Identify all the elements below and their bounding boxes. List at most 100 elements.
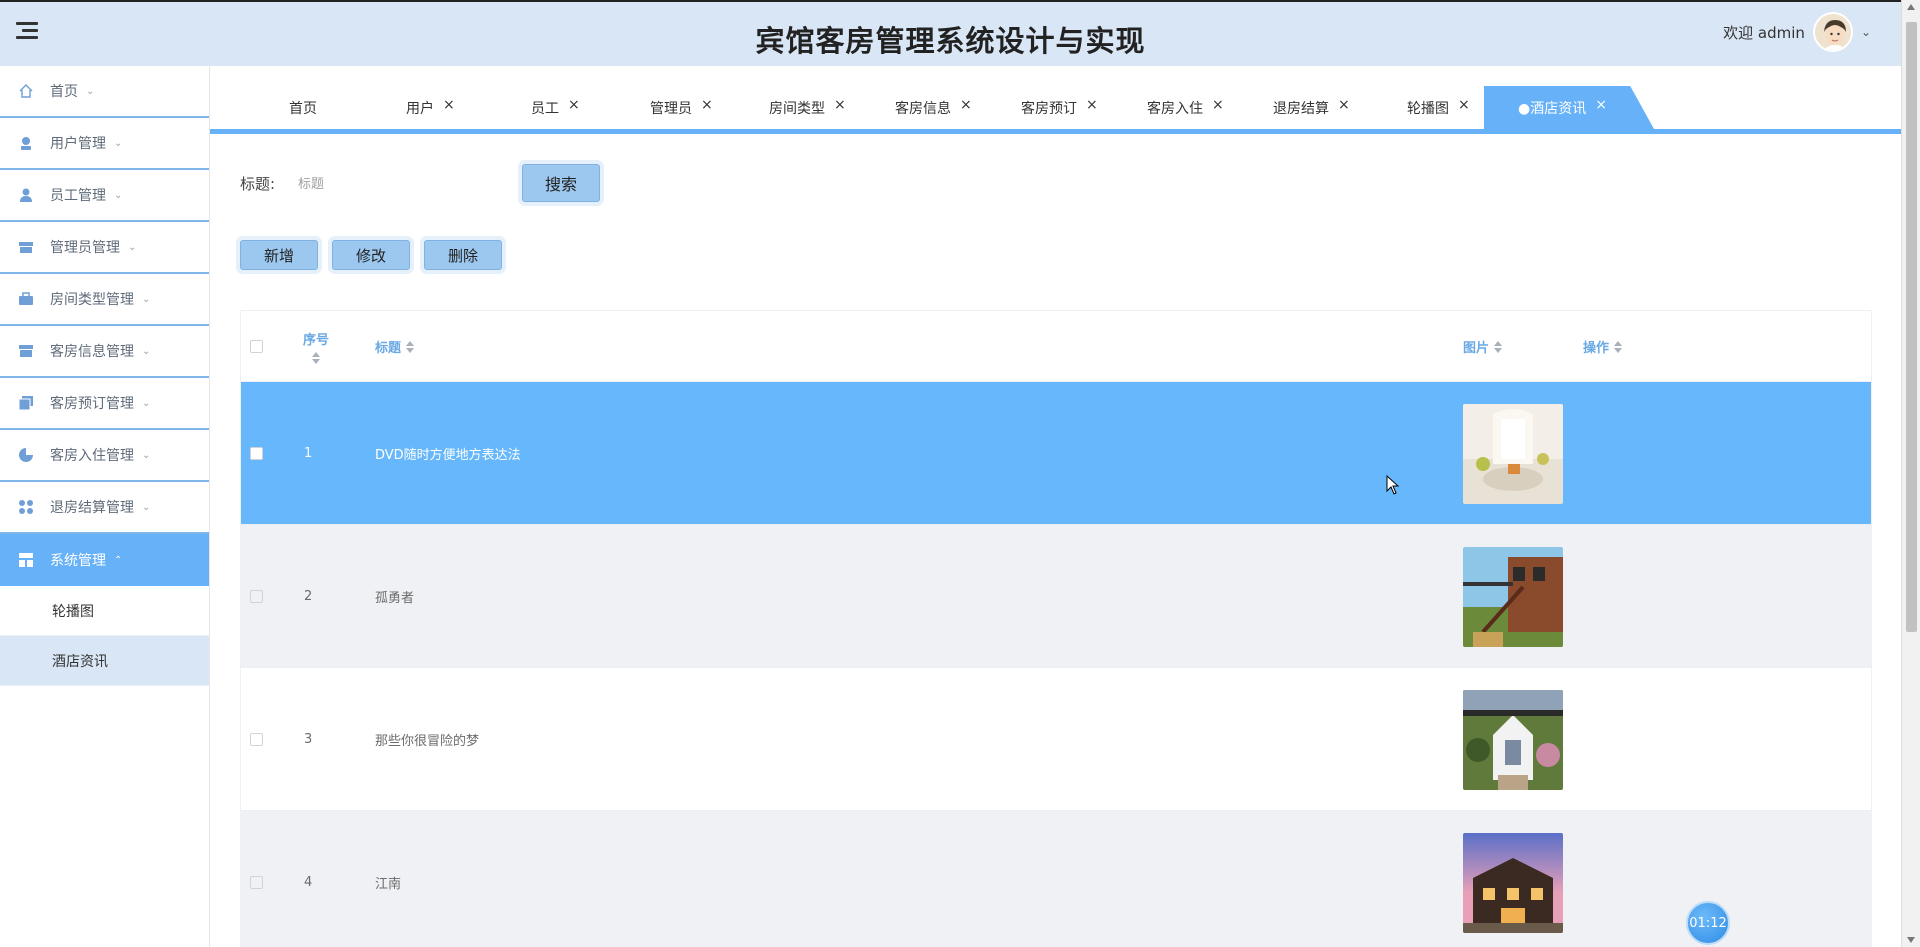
chevron-down-icon[interactable]: ⌄	[1861, 25, 1871, 39]
table-row[interactable]: 3 那些你很冒险的梦	[241, 668, 1871, 811]
tab-label: 房间类型	[769, 100, 825, 117]
row-checkbox[interactable]	[250, 382, 263, 525]
row-index: 2	[304, 589, 313, 604]
tab-users[interactable]: 用户 ×	[406, 86, 455, 129]
grid-icon	[18, 499, 34, 515]
welcome-text: 欢迎 admin	[1723, 23, 1805, 42]
column-ops[interactable]: 操作	[1583, 311, 1623, 382]
scroll-up-icon[interactable]	[1907, 4, 1915, 10]
chevron-up-icon: ⌃	[114, 554, 123, 566]
search-button[interactable]: 搜索	[522, 164, 600, 202]
tab-room-types[interactable]: 房间类型 ×	[769, 86, 846, 129]
sidebar-item-checkin[interactable]: 客房入住管理 ⌄	[0, 430, 209, 482]
sort-icon[interactable]	[312, 352, 320, 364]
select-all-checkbox[interactable]	[250, 311, 263, 382]
row-thumbnail[interactable]	[1463, 382, 1563, 525]
close-icon[interactable]: ×	[1086, 97, 1098, 113]
chevron-down-icon: ⌄	[128, 241, 137, 253]
close-icon[interactable]: ×	[1338, 97, 1350, 113]
sidebar-item-room-types[interactable]: 房间类型管理 ⌄	[0, 274, 209, 326]
timer-badge[interactable]: 01:12	[1686, 901, 1730, 945]
sidebar-item-room-info[interactable]: 客房信息管理 ⌄	[0, 326, 209, 378]
tab-checkout[interactable]: 退房结算 ×	[1273, 86, 1350, 129]
tab-label: 管理员	[650, 100, 692, 117]
close-icon[interactable]: ×	[568, 97, 580, 113]
chevron-down-icon: ⌄	[86, 85, 95, 97]
sidebar-item-home[interactable]: 首页 ⌄	[0, 66, 209, 118]
tab-label: ●酒店资讯	[1518, 100, 1587, 117]
sidebar-item-label: 客房信息管理	[50, 344, 134, 360]
row-title: 孤勇者	[375, 591, 415, 606]
sidebar-item-label: 房间类型管理	[50, 292, 134, 308]
table-row[interactable]: 4 江南	[241, 811, 1871, 946]
tab-label: 客房信息	[895, 100, 951, 117]
delete-button[interactable]: 删除	[424, 240, 502, 270]
row-index: 3	[304, 732, 313, 747]
sidebar-item-system[interactable]: 系统管理 ⌃	[0, 534, 209, 586]
tab-carousel[interactable]: 轮播图 ×	[1407, 86, 1470, 129]
add-button[interactable]: 新增	[240, 240, 318, 270]
row-title: DVD随时方便地方表达法	[375, 448, 521, 463]
tab-label: 客房预订	[1021, 100, 1077, 117]
briefcase-icon	[18, 291, 34, 307]
column-index[interactable]: 序号	[303, 311, 329, 382]
tab-staff[interactable]: 员工 ×	[531, 86, 580, 129]
row-checkbox[interactable]	[250, 811, 263, 946]
column-image[interactable]: 图片	[1463, 311, 1503, 382]
tab-booking[interactable]: 客房预订 ×	[1021, 86, 1098, 129]
search-label: 标题:	[240, 175, 276, 193]
chevron-down-icon: ⌄	[142, 345, 151, 357]
column-title[interactable]: 标题	[375, 311, 415, 382]
row-thumbnail[interactable]	[1463, 811, 1563, 946]
sidebar-item-admins[interactable]: 管理员管理 ⌄	[0, 222, 209, 274]
tab-admins[interactable]: 管理员 ×	[650, 86, 713, 129]
vertical-scrollbar[interactable]	[1901, 0, 1920, 947]
avatar[interactable]	[1812, 12, 1853, 52]
tab-home[interactable]: 首页	[289, 86, 317, 129]
chevron-down-icon: ⌄	[142, 293, 151, 305]
row-checkbox[interactable]	[250, 525, 263, 668]
row-title: 那些你很冒险的梦	[375, 734, 480, 749]
row-checkbox[interactable]	[250, 668, 263, 811]
person-icon	[18, 187, 34, 203]
sidebar-item-staff[interactable]: 员工管理 ⌄	[0, 170, 209, 222]
close-icon[interactable]: ×	[1212, 97, 1224, 113]
row-index: 1	[304, 446, 313, 461]
column-title-label: 标题	[375, 341, 402, 356]
edit-button[interactable]: 修改	[332, 240, 410, 270]
close-icon[interactable]: ×	[834, 97, 846, 113]
copy-icon	[18, 395, 34, 411]
table-row[interactable]: 2 孤勇者	[241, 525, 1871, 668]
close-icon[interactable]: ×	[443, 97, 455, 113]
user-menu[interactable]: 欢迎 admin ⌄	[1723, 12, 1871, 52]
sidebar-item-users[interactable]: 用户管理 ⌄	[0, 118, 209, 170]
sort-icon[interactable]	[406, 340, 415, 353]
tab-checkin[interactable]: 客房入住 ×	[1147, 86, 1224, 129]
sort-icon[interactable]	[1494, 340, 1503, 353]
close-icon[interactable]: ×	[1458, 97, 1470, 113]
tab-hotel-news[interactable]: ●酒店资讯 ×	[1484, 86, 1654, 129]
sort-icon[interactable]	[1614, 340, 1623, 353]
chevron-down-icon: ⌄	[142, 397, 151, 409]
scrollbar-thumb[interactable]	[1906, 22, 1917, 632]
table-row[interactable]: 1 DVD随时方便地方表达法	[241, 382, 1871, 525]
sidebar-subitem-carousel[interactable]: 轮播图	[0, 586, 209, 636]
row-title: 江南	[375, 877, 402, 892]
scroll-down-icon[interactable]	[1907, 937, 1915, 943]
tab-room-info[interactable]: 客房信息 ×	[895, 86, 972, 129]
tab-label: 用户	[406, 100, 434, 117]
sidebar-item-booking[interactable]: 客房预订管理 ⌄	[0, 378, 209, 430]
app-title: 宾馆客房管理系统设计与实现	[755, 24, 1146, 58]
row-thumbnail[interactable]	[1463, 525, 1563, 668]
tab-label: 轮播图	[1407, 100, 1449, 117]
close-icon[interactable]: ×	[960, 97, 972, 113]
close-icon[interactable]: ×	[1595, 97, 1607, 113]
close-icon[interactable]: ×	[701, 97, 713, 113]
row-thumbnail[interactable]	[1463, 668, 1563, 811]
sidebar-item-checkout[interactable]: 退房结算管理 ⌄	[0, 482, 209, 534]
chevron-down-icon: ⌄	[142, 449, 151, 461]
sidebar-subitem-hotel-news[interactable]: 酒店资讯	[0, 636, 209, 686]
table-header: 序号 标题 图片 操作	[241, 311, 1871, 382]
archive-icon	[18, 343, 34, 359]
title-search-input[interactable]	[298, 166, 498, 200]
